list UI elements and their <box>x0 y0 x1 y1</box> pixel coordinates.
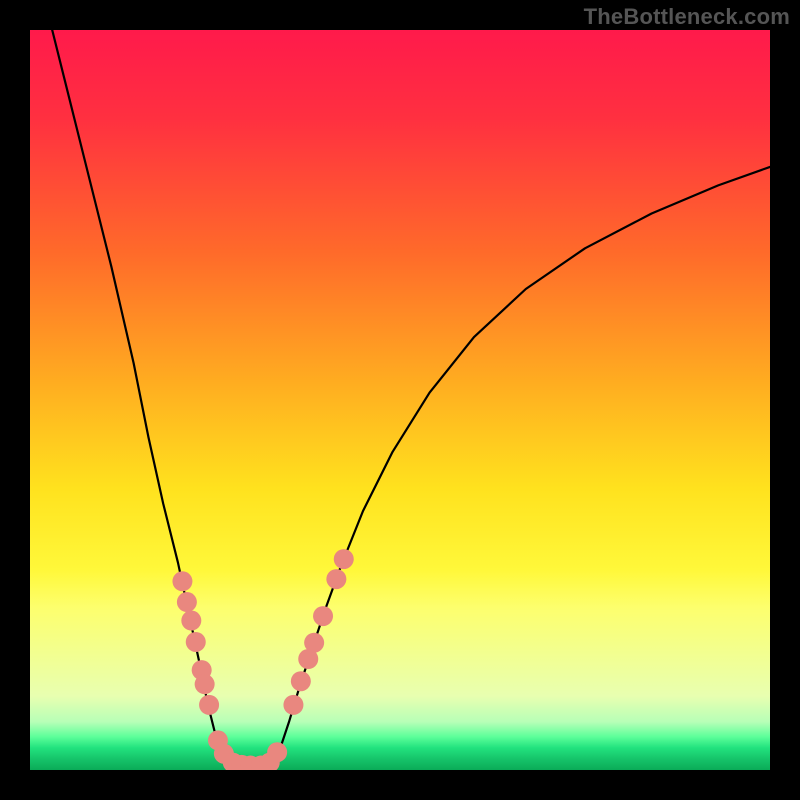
watermark-text: TheBottleneck.com <box>584 4 790 30</box>
marker-dot <box>172 571 192 591</box>
marker-dot <box>304 633 324 653</box>
marker-dot <box>181 611 201 631</box>
chart-frame: TheBottleneck.com <box>0 0 800 800</box>
marker-dot <box>291 671 311 691</box>
marker-dot <box>267 742 287 762</box>
marker-dot <box>313 606 333 626</box>
marker-dot <box>326 569 346 589</box>
marker-dot <box>283 695 303 715</box>
marker-dot <box>195 674 215 694</box>
plot-svg <box>30 30 770 770</box>
marker-dot <box>199 695 219 715</box>
marker-dot <box>186 632 206 652</box>
marker-dot <box>334 549 354 569</box>
plot-area <box>30 30 770 770</box>
marker-dot <box>177 592 197 612</box>
